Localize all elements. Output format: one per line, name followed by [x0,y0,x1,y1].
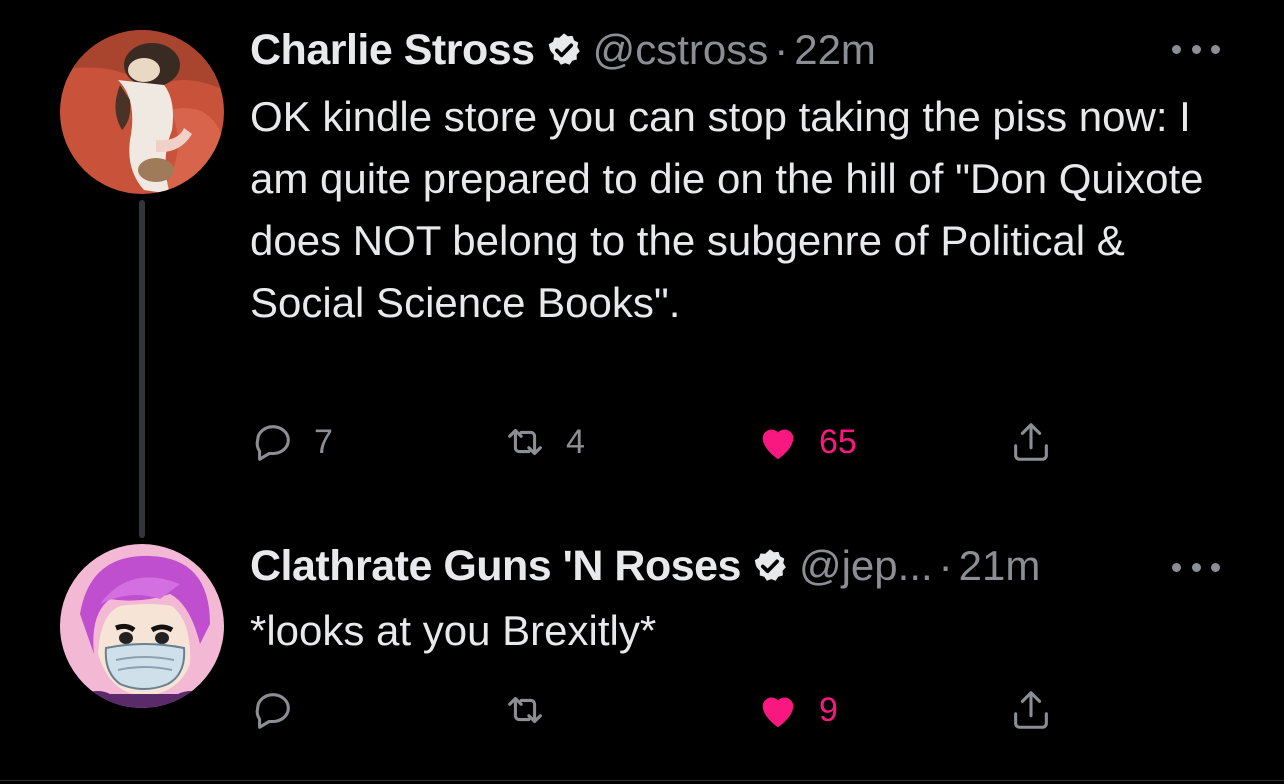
share-icon [1014,691,1048,729]
tweet[interactable]: Charlie Stross @cstross · 22m OK kindle … [0,0,1284,538]
retweet-icon [508,428,542,456]
divider [0,780,1284,781]
share-icon [1014,423,1048,461]
tweet[interactable]: Clathrate Guns 'N Roses @jep... · 21m *l… [0,530,1284,780]
share-button[interactable] [1008,684,1054,736]
timestamp[interactable]: 21m [959,542,1041,590]
user-handle[interactable]: @cstross [593,26,769,74]
separator-dot: · [774,26,789,73]
tweet-actions: 7 4 65 [250,416,1070,468]
timestamp[interactable]: 22m [794,26,876,74]
like-count: 9 [819,690,838,729]
reply-icon [255,693,290,729]
masked-anime-character-avatar-icon [60,544,224,708]
reply-icon [255,425,290,461]
display-name[interactable]: Clathrate Guns 'N Roses [250,542,741,591]
tweet-header: Clathrate Guns 'N Roses @jep... · 21m [250,538,1040,594]
like-button[interactable]: 65 [755,416,857,468]
tweet-text: OK kindle store you can stop taking the … [250,93,1216,326]
retweet-button[interactable] [502,684,566,736]
retweet-icon [508,696,542,724]
retweet-button[interactable]: 4 [502,416,585,468]
verified-badge-icon [545,31,583,69]
more-options-icon[interactable] [1172,42,1220,56]
like-button[interactable]: 9 [755,684,838,736]
retweet-count: 4 [566,422,585,461]
display-name[interactable]: Charlie Stross [250,26,535,75]
reply-count: 7 [314,422,333,461]
reply-button[interactable]: 7 [250,416,333,468]
thread-connector [139,200,145,538]
more-options-icon[interactable] [1172,560,1220,574]
reply-button[interactable] [250,684,314,736]
user-handle[interactable]: @jep... [799,542,933,590]
tweet-text: *looks at you Brexitly* [250,607,657,654]
heart-icon [762,429,794,460]
share-button[interactable] [1008,416,1054,468]
tweet-header: Charlie Stross @cstross · 22m [250,22,876,78]
separator-dot: · [938,542,953,589]
avatar[interactable] [60,30,224,194]
like-count: 65 [819,422,857,461]
tweet-actions: 9 [250,684,1070,736]
avatar[interactable] [60,544,224,708]
verified-badge-icon [751,547,789,585]
cat-photo-avatar-icon [60,30,224,194]
heart-icon [762,697,794,728]
